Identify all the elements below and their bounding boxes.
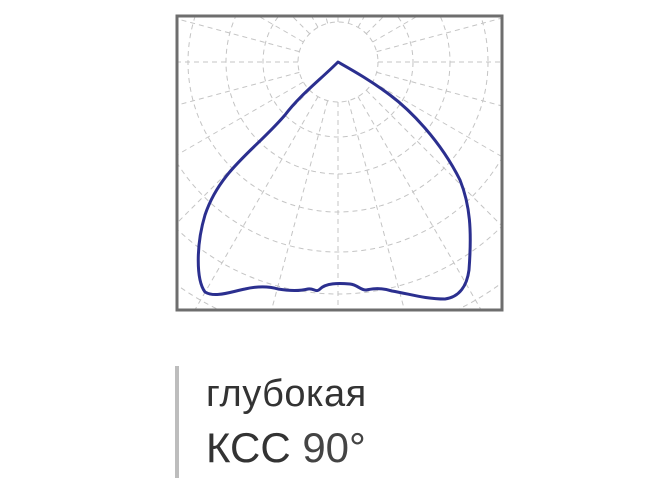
grid-ray: [310, 16, 319, 28]
light-distribution-diagram: [175, 14, 504, 312]
caption-angle: 90°: [302, 424, 366, 471]
grid-ray: [357, 16, 366, 28]
grid-ray: [347, 16, 351, 24]
grid-ray: [372, 16, 419, 43]
grid-ray: [372, 81, 502, 158]
grid-ray: [257, 16, 304, 43]
caption-kss-label: КСС: [206, 424, 291, 471]
caption-accent-bar: [175, 366, 179, 478]
grid-ray: [376, 17, 502, 53]
grid-ray: [177, 71, 300, 106]
grid-ray: [177, 18, 300, 53]
grid-ray: [325, 16, 329, 24]
grid-ray: [357, 96, 482, 310]
caption-kss: КСС 90°: [206, 424, 366, 472]
grid-ray: [177, 81, 304, 156]
caption-type: глубокая: [206, 373, 367, 415]
